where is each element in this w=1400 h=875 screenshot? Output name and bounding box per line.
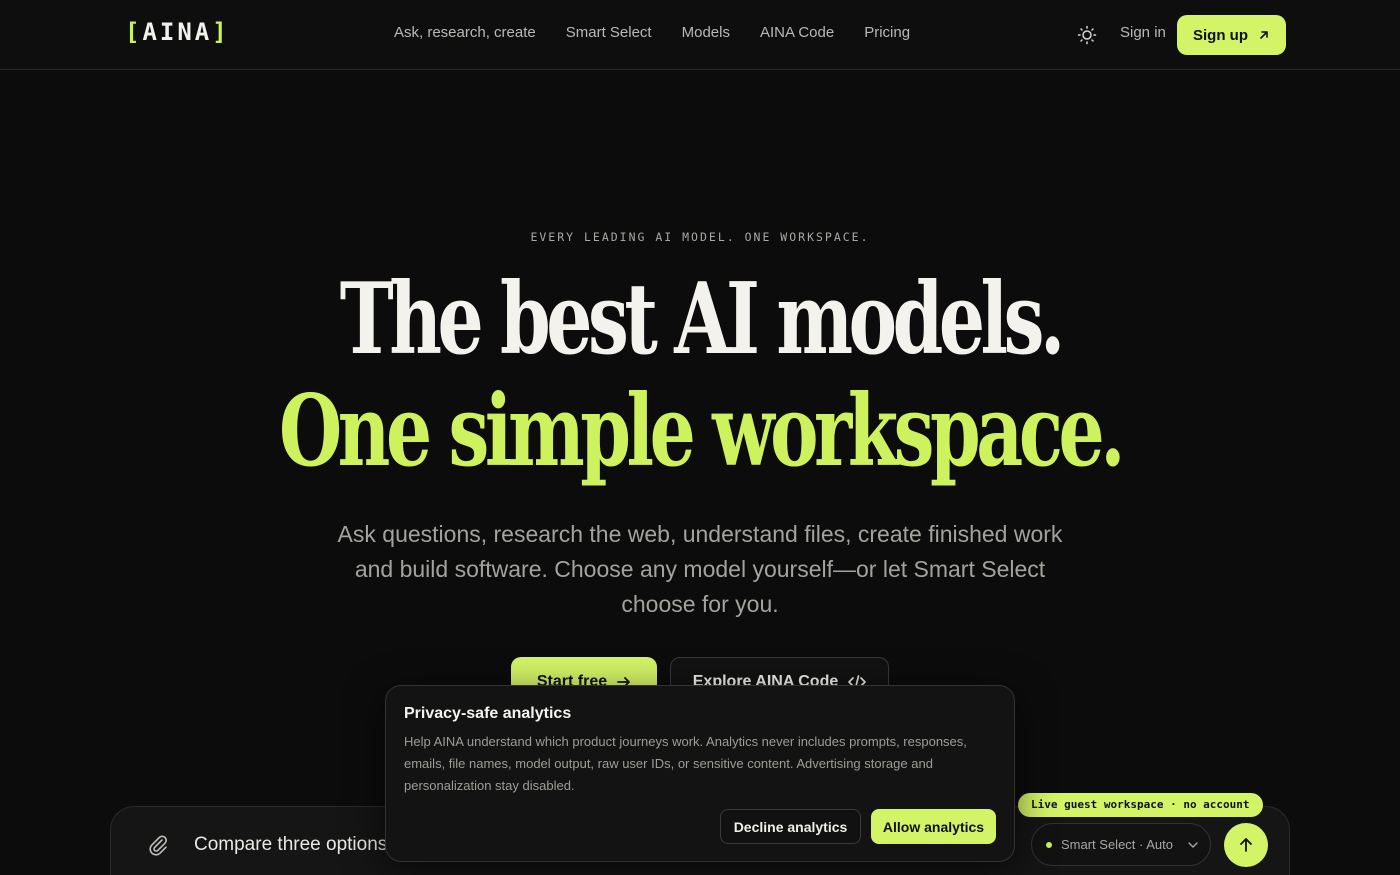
attach-file-button[interactable]	[147, 833, 169, 857]
arrow-up-right-icon	[1260, 31, 1268, 39]
top-navigation-bar: [AINA] Ask, research, create Smart Selec…	[0, 0, 1400, 70]
nav-item-aina-code[interactable]: AINA Code	[760, 24, 834, 41]
hero-headline-primary-text: The best AI models.	[339, 262, 1065, 377]
hero-eyebrow: EVERY LEADING AI MODEL. ONE WORKSPACE.	[530, 230, 870, 244]
chevron-down-icon	[1188, 841, 1198, 848]
hero-headline-accent: One simple workspace.	[0, 377, 1400, 487]
sign-up-label: Sign up	[1193, 26, 1248, 44]
main-nav: Ask, research, create Smart Select Model…	[394, 24, 910, 41]
sign-in-link[interactable]: Sign in	[1120, 24, 1166, 41]
nav-item-ask-research-create[interactable]: Ask, research, create	[394, 24, 536, 41]
send-button[interactable]	[1224, 823, 1268, 867]
hero-subtitle: Ask questions, research the web, underst…	[337, 521, 1063, 617]
theme-toggle-button[interactable]	[1076, 24, 1098, 46]
consent-description: Help AINA understand which product journ…	[404, 734, 967, 793]
status-dot	[1046, 841, 1052, 848]
hero-headline-accent-text: One simple workspace.	[278, 374, 1126, 489]
logo-bracket-close: ]	[212, 18, 230, 46]
sign-up-button[interactable]: Sign up	[1177, 15, 1286, 55]
logo-bracket-open: [	[125, 18, 143, 46]
nav-item-models[interactable]: Models	[682, 24, 730, 41]
hero-headline-primary: The best AI models.	[0, 265, 1400, 375]
nav-item-smart-select[interactable]: Smart Select	[566, 24, 652, 41]
nav-item-pricing[interactable]: Pricing	[864, 24, 910, 41]
sun-icon	[1077, 25, 1097, 45]
aina-logo[interactable]: [AINA]	[125, 18, 230, 46]
paperclip-icon	[149, 835, 167, 856]
logo-text: AINA	[142, 18, 213, 46]
decline-analytics-button[interactable]: Decline analytics	[720, 809, 861, 844]
allow-analytics-button[interactable]: Allow analytics	[871, 809, 996, 844]
model-selector-value: Smart Select · Auto	[1061, 837, 1173, 852]
guest-workspace-badge: Live guest workspace · no account	[1018, 793, 1263, 817]
prompt-input[interactable]: Compare three options f	[194, 834, 398, 856]
analytics-consent-dialog: Privacy-safe analytics Help AINA underst…	[385, 685, 1015, 862]
consent-title: Privacy-safe analytics	[404, 705, 572, 722]
arrow-up-icon	[1240, 838, 1252, 852]
model-selector[interactable]: Smart Select · Auto	[1031, 823, 1211, 866]
